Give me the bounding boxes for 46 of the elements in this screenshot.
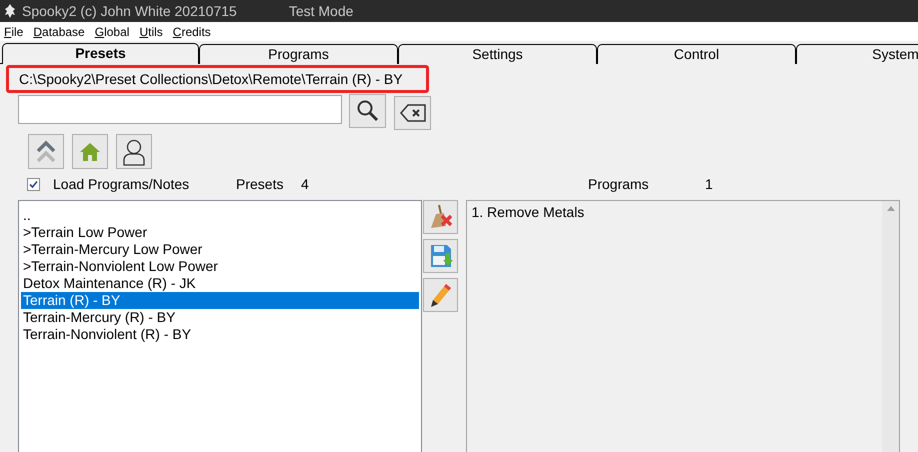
tab[interactable]: System [796, 44, 918, 64]
checkbox[interactable] [27, 178, 40, 190]
mode-label: Test Mode [288, 2, 354, 20]
double-chevron-icon [36, 140, 56, 164]
pencil-icon [428, 282, 453, 308]
person-icon [122, 138, 146, 166]
preset-item[interactable]: Terrain-Mercury (R) - BY [21, 309, 420, 326]
app-icon [4, 3, 16, 19]
program-item[interactable]: 1. Remove Metals [471, 204, 882, 221]
file-path: C:\Spooky2\Preset Collections\Detox\Remote\Terrain (R) - BY [19, 70, 403, 89]
preset-item[interactable]: >Terrain-Mercury Low Power [21, 241, 420, 258]
home-icon [79, 142, 101, 162]
preset-item[interactable]: >Terrain-Nonviolent Low Power [21, 258, 420, 275]
window-title: Spooky2 (c) John White 20210715 [22, 2, 237, 21]
checkbox-label: Load Programs/Notes [53, 174, 190, 194]
programs-label: Programs [588, 174, 650, 194]
menu-item[interactable]: File [4, 22, 24, 40]
tab[interactable]: Settings [398, 44, 597, 64]
presets-label: Presets [236, 174, 284, 194]
menu-item[interactable]: Utils [139, 22, 163, 40]
edit-button[interactable] [423, 278, 458, 312]
save-button[interactable] [423, 239, 458, 273]
scrollbar[interactable] [882, 201, 899, 452]
preset-item[interactable]: Detox Maintenance (R) - JK [21, 275, 420, 292]
backspace-icon [400, 104, 426, 122]
user-button[interactable] [116, 134, 152, 169]
tab[interactable]: Programs [199, 44, 398, 64]
home-button[interactable] [72, 134, 108, 169]
scroll-up-icon [886, 206, 894, 211]
menu-item[interactable]: Database [33, 22, 85, 40]
up-button[interactable] [28, 134, 64, 169]
menu-item[interactable]: Global [94, 22, 130, 40]
programs-count: 1 [705, 174, 713, 194]
search-icon [356, 99, 380, 123]
search-field[interactable] [18, 95, 342, 124]
preset-item[interactable]: Terrain (R) - BY [21, 292, 420, 309]
preset-item[interactable]: >Terrain Low Power [21, 224, 420, 241]
tab[interactable]: Presets [2, 43, 199, 64]
preset-item[interactable]: .. [21, 207, 420, 224]
clear-button[interactable] [394, 96, 431, 130]
search-button[interactable] [349, 94, 386, 128]
presets-count: 4 [301, 174, 310, 194]
preset-item[interactable]: Terrain-Nonviolent (R) - BY [21, 326, 420, 343]
tab[interactable]: Control [597, 44, 796, 64]
clear-list-button[interactable] [423, 200, 458, 234]
menu-item[interactable]: Credits [172, 22, 211, 40]
